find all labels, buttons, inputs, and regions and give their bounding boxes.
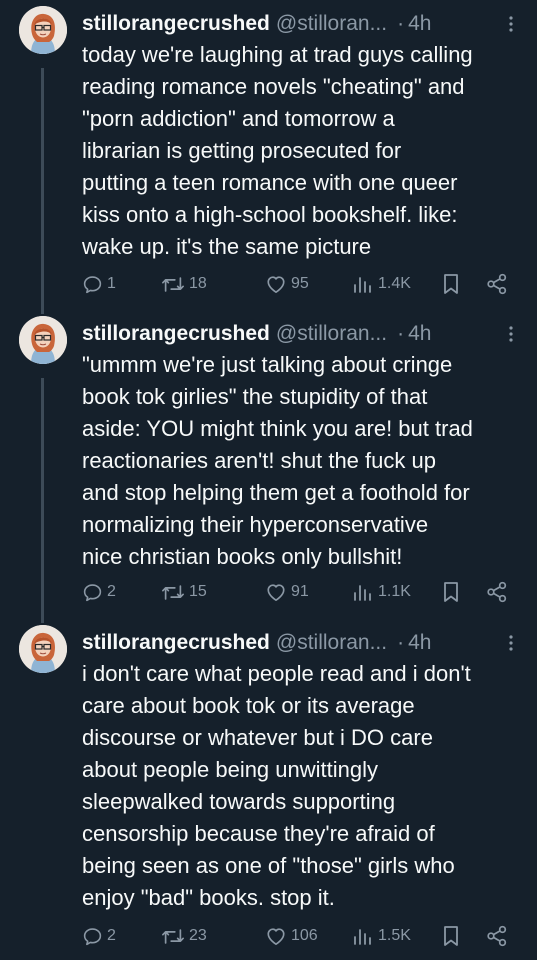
view-count: 1.5K <box>378 927 411 944</box>
timestamp[interactable]: 4h <box>408 12 431 36</box>
tweet-header: stillorangecrushed @stilloran... · 4h <box>82 320 522 348</box>
speech-bubble-icon <box>83 927 102 945</box>
views-button[interactable]: 1.1K <box>352 578 411 606</box>
separator-dot: · <box>397 631 405 654</box>
avatar[interactable] <box>19 316 67 364</box>
user-handle[interactable]: @stilloran... <box>276 322 387 346</box>
vertical-dots-icon[interactable] <box>500 12 522 36</box>
reply-button[interactable]: 2 <box>82 578 116 606</box>
share-button[interactable] <box>486 578 508 606</box>
like-count: 91 <box>291 583 309 600</box>
display-name[interactable]: stillorangecrushed <box>82 322 270 346</box>
tweet-header: stillorangecrushed @stilloran... · 4h <box>82 629 522 657</box>
repost-count: 23 <box>189 927 207 944</box>
separator-dot: · <box>397 322 405 345</box>
tweet-text: today we're laughing at trad guys callin… <box>82 42 473 259</box>
views-button[interactable]: 1.5K <box>352 922 411 950</box>
avatar[interactable] <box>19 625 67 673</box>
action-bar: 2 23 106 1.5K <box>82 922 518 950</box>
bar-chart-icon <box>354 277 371 293</box>
heart-icon <box>267 584 285 601</box>
user-handle[interactable]: @stilloran... <box>276 631 387 655</box>
speech-bubble-icon <box>83 583 102 601</box>
repost-count: 18 <box>189 275 207 292</box>
bookmark-button[interactable] <box>442 270 460 298</box>
display-name[interactable]: stillorangecrushed <box>82 12 270 36</box>
heart-icon <box>267 276 285 293</box>
avatar-illustration <box>19 6 67 54</box>
action-bar: 2 15 91 1.1K <box>82 578 518 606</box>
share-button[interactable] <box>486 270 508 298</box>
reply-count: 1 <box>107 275 116 292</box>
like-button[interactable]: 95 <box>265 270 309 298</box>
bar-chart-icon <box>354 585 371 601</box>
bookmark-icon <box>444 582 458 602</box>
vertical-dots-icon[interactable] <box>500 631 522 655</box>
separator-dot: · <box>397 12 405 35</box>
bar-chart-icon <box>354 929 371 945</box>
tweet-text: "ummm we're just talking about cringe bo… <box>82 352 473 569</box>
like-count: 95 <box>291 275 309 292</box>
view-count: 1.1K <box>378 583 411 600</box>
like-button[interactable]: 106 <box>265 922 318 950</box>
avatar[interactable] <box>19 6 67 54</box>
tweet-header: stillorangecrushed @stilloran... · 4h <box>82 10 522 38</box>
like-count: 106 <box>291 927 318 944</box>
views-button[interactable]: 1.4K <box>352 270 411 298</box>
share-nodes-icon <box>487 925 507 947</box>
reply-count: 2 <box>107 583 116 600</box>
avatar-illustration <box>19 625 67 673</box>
display-name[interactable]: stillorangecrushed <box>82 631 270 655</box>
retweet-arrows-icon <box>162 928 184 944</box>
bookmark-button[interactable] <box>442 922 460 950</box>
share-nodes-icon <box>487 581 507 603</box>
repost-button[interactable]: 18 <box>161 270 207 298</box>
repost-button[interactable]: 23 <box>161 922 207 950</box>
timestamp[interactable]: 4h <box>408 322 431 346</box>
repost-button[interactable]: 15 <box>161 578 207 606</box>
bookmark-button[interactable] <box>442 578 460 606</box>
bookmark-icon <box>444 926 458 946</box>
share-button[interactable] <box>486 922 508 950</box>
share-nodes-icon <box>487 273 507 295</box>
repost-count: 15 <box>189 583 207 600</box>
retweet-arrows-icon <box>162 584 184 600</box>
reply-button[interactable]: 1 <box>82 270 116 298</box>
reply-button[interactable]: 2 <box>82 922 116 950</box>
user-handle[interactable]: @stilloran... <box>276 12 387 36</box>
retweet-arrows-icon <box>162 276 184 292</box>
view-count: 1.4K <box>378 275 411 292</box>
reply-count: 2 <box>107 927 116 944</box>
tweet[interactable]: stillorangecrushed @stilloran... · 4h "u… <box>0 316 537 610</box>
heart-icon <box>267 928 285 945</box>
avatar-illustration <box>19 316 67 364</box>
vertical-dots-icon[interactable] <box>500 322 522 346</box>
speech-bubble-icon <box>83 275 102 293</box>
timestamp[interactable]: 4h <box>408 631 431 655</box>
tweet[interactable]: stillorangecrushed @stilloran... · 4h i … <box>0 625 537 955</box>
tweet-text: i don't care what people read and i don'… <box>82 661 471 910</box>
action-bar: 1 18 95 1.4K <box>82 270 518 298</box>
tweet[interactable]: stillorangecrushed @stilloran... · 4h to… <box>0 6 537 302</box>
bookmark-icon <box>444 274 458 294</box>
like-button[interactable]: 91 <box>265 578 309 606</box>
thread-timeline: stillorangecrushed @stilloran... · 4h to… <box>0 0 537 960</box>
